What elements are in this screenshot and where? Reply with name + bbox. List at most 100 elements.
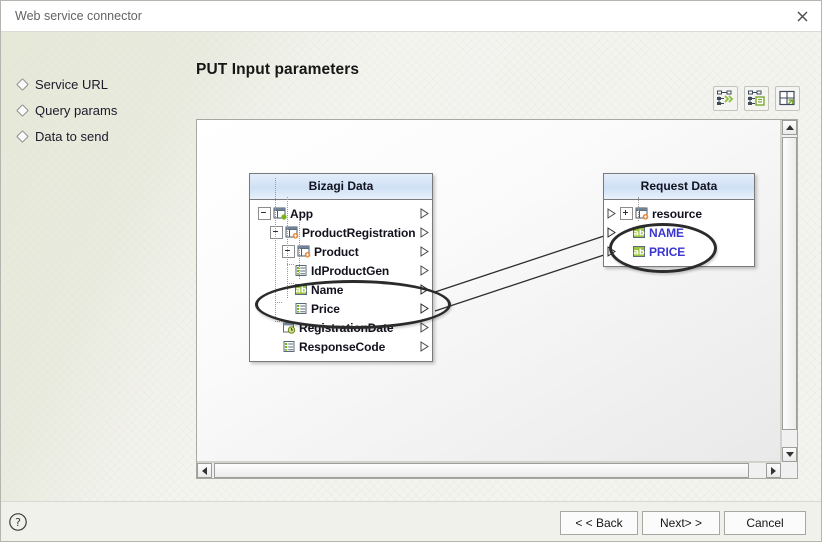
- tree-node-label: NAME: [649, 225, 684, 240]
- tree-node-responsecode[interactable]: ResponseCode: [250, 337, 432, 356]
- wizard-step-list: Service URL Query params Data to send: [17, 71, 177, 149]
- tree-node-label: resource: [652, 206, 702, 221]
- sidebar-item-label: Data to send: [35, 128, 109, 144]
- mapping-line-price: [434, 253, 608, 312]
- tree-node-name[interactable]: ab Name: [250, 280, 432, 299]
- port-arrow-icon[interactable]: [420, 208, 429, 219]
- source-tree: App ProductRegistration Product IdProduc…: [250, 178, 432, 361]
- port-arrow-icon[interactable]: [420, 227, 429, 238]
- port-arrow-icon[interactable]: [420, 265, 429, 276]
- mapping-line-name: [434, 234, 608, 293]
- date-attribute-icon: [282, 321, 296, 334]
- expand-layout-button[interactable]: [775, 86, 800, 111]
- tree-guide: [638, 226, 644, 227]
- list-attribute-icon: [282, 340, 296, 353]
- port-arrow-icon[interactable]: [420, 303, 429, 314]
- tree-node-resource[interactable]: resource: [604, 204, 754, 223]
- source-panel-title: Bizagi Data: [250, 174, 432, 200]
- mapping-canvas[interactable]: Bizagi Data App ProductRegistration Prod…: [197, 120, 781, 462]
- sidebar-item-service-url[interactable]: Service URL: [17, 71, 177, 97]
- tree-node-label: IdProductGen: [311, 263, 390, 278]
- target-panel-title: Request Data: [604, 174, 754, 200]
- port-arrow-icon[interactable]: [607, 208, 616, 219]
- mapping-canvas-container: Bizagi Data App ProductRegistration Prod…: [196, 119, 798, 479]
- back-button[interactable]: < < Back: [560, 511, 638, 535]
- auto-map-icon: [717, 90, 734, 105]
- cancel-button[interactable]: Cancel: [724, 511, 806, 535]
- title-bar: Web service connector: [1, 1, 821, 32]
- tree-node-name-target[interactable]: ab NAME: [604, 223, 754, 242]
- tree-guide: [287, 264, 294, 265]
- target-tree: resource ab NAME ab PRICE: [604, 197, 754, 266]
- tree-guide: [287, 245, 294, 246]
- port-arrow-icon[interactable]: [420, 341, 429, 352]
- close-icon[interactable]: [787, 5, 817, 28]
- help-icon[interactable]: ?: [6, 510, 29, 533]
- page-title: PUT Input parameters: [196, 61, 360, 78]
- tree-node-app[interactable]: App: [250, 204, 432, 223]
- caret-up-icon: [785, 125, 794, 130]
- scroll-down-button[interactable]: [782, 447, 797, 462]
- text-attribute-icon: ab: [294, 283, 308, 296]
- mapping-toolbar: [196, 86, 800, 118]
- tree-node-label: RegistrationDate: [299, 320, 394, 335]
- tree-node-label: App: [290, 206, 314, 221]
- scroll-up-button[interactable]: [782, 120, 797, 135]
- tree-node-price-target[interactable]: ab PRICE: [604, 242, 754, 261]
- port-arrow-icon[interactable]: [607, 246, 616, 257]
- port-arrow-icon[interactable]: [420, 246, 429, 257]
- tree-guide: [275, 302, 282, 303]
- expander-icon[interactable]: [620, 207, 633, 220]
- sidebar-item-label: Service URL: [35, 76, 108, 92]
- svg-text:ab: ab: [295, 286, 306, 295]
- step-bullet-icon: [17, 131, 28, 142]
- tree-node-label: Product: [314, 244, 359, 259]
- tree-node-label: ProductRegistration: [302, 225, 416, 240]
- tree-node-label: Name: [311, 282, 344, 297]
- svg-text:?: ?: [15, 516, 21, 529]
- tree-node-label: ResponseCode: [299, 339, 386, 354]
- expander-icon[interactable]: [270, 226, 283, 239]
- tree-node-product[interactable]: Product: [250, 242, 432, 261]
- tree-guide: [275, 321, 282, 322]
- target-data-panel: Request Data resource ab NAME ab PRICE: [603, 173, 755, 267]
- list-attribute-icon: [294, 302, 308, 315]
- web-service-connector-dialog: Web service connector Service URL Query …: [0, 0, 822, 542]
- tree-guide: [638, 207, 644, 208]
- expander-icon[interactable]: [282, 245, 295, 258]
- vertical-scrollbar[interactable]: [781, 120, 797, 462]
- caret-left-icon: [202, 466, 207, 475]
- port-arrow-icon[interactable]: [607, 227, 616, 238]
- svg-text:ab: ab: [633, 229, 644, 238]
- caret-right-icon: [771, 466, 776, 475]
- map-properties-button[interactable]: [744, 86, 769, 111]
- tree-node-idproductgen[interactable]: IdProductGen: [250, 261, 432, 280]
- tree-node-label: Price: [311, 301, 340, 316]
- auto-map-button[interactable]: [713, 86, 738, 111]
- next-button[interactable]: Next> >: [642, 511, 720, 535]
- tree-node-productregistration[interactable]: ProductRegistration: [250, 223, 432, 242]
- tree-guide: [299, 216, 300, 279]
- tree-node-label: PRICE: [649, 244, 686, 259]
- window-title: Web service connector: [15, 9, 142, 23]
- text-attribute-icon: ab: [632, 226, 646, 239]
- dialog-footer: ? < < Back Next> > Cancel: [1, 501, 821, 541]
- step-bullet-icon: [17, 79, 28, 90]
- sidebar-item-query-params[interactable]: Query params: [17, 97, 177, 123]
- tree-guide: [638, 197, 639, 221]
- scrollbar-corner: [781, 462, 797, 478]
- step-bullet-icon: [17, 105, 28, 116]
- port-arrow-icon[interactable]: [420, 322, 429, 333]
- expander-icon[interactable]: [258, 207, 271, 220]
- horizontal-scroll-thumb[interactable]: [214, 463, 749, 478]
- text-attribute-icon: ab: [632, 245, 646, 258]
- scroll-left-button[interactable]: [197, 463, 212, 478]
- svg-text:ab: ab: [633, 248, 644, 257]
- vertical-scroll-thumb[interactable]: [782, 137, 797, 430]
- horizontal-scrollbar[interactable]: [197, 462, 781, 478]
- sidebar-item-label: Query params: [35, 102, 118, 118]
- port-arrow-icon[interactable]: [420, 284, 429, 295]
- sidebar-item-data-to-send[interactable]: Data to send: [17, 123, 177, 149]
- expand-layout-icon: [779, 90, 795, 106]
- scroll-right-button[interactable]: [766, 463, 781, 478]
